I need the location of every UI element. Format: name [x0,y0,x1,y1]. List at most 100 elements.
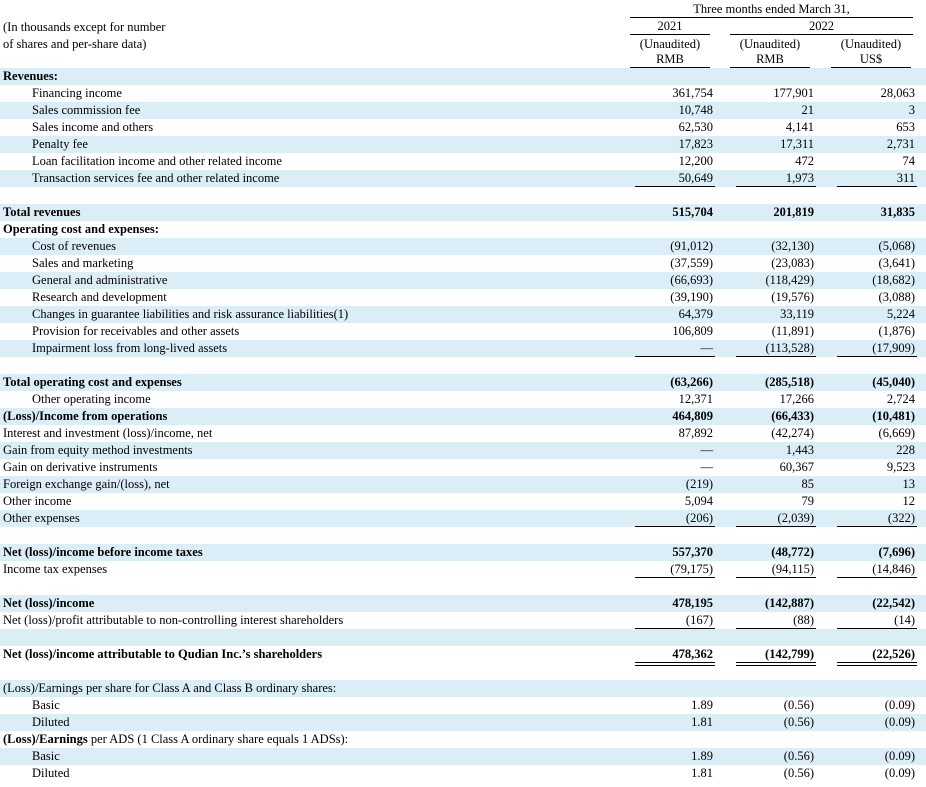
value-cell-col3: 9,523 [886,460,915,474]
value-cell-col2: 177,901 [773,86,814,100]
value-cell-col2: 472 [795,154,814,168]
value-cell-col3: (322) [887,511,915,525]
value-cell-col1: (63,266) [670,375,713,389]
value-cell-col2: (11,891) [771,324,814,338]
statement-row: Total revenues 515,704 201,819 31,835 [0,204,926,221]
row-label: Penalty fee [32,137,88,151]
value-cell-col1: 5,094 [684,494,713,508]
spacer-row [0,527,926,544]
value-cell-col3: (0.09) [884,749,915,763]
value-cell-col2: (142,799) [765,647,814,661]
value-cell-col1: 515,704 [672,205,713,219]
statement-row: Financing income 361,754 177,901 28,063 [0,85,926,102]
spacer-row [0,187,926,204]
row-label: Basic [32,749,60,763]
value-cell-col3: (14) [894,613,915,627]
value-cell-col3: (0.09) [884,715,915,729]
value-cell-col2: (23,083) [771,256,814,270]
statement-row: Diluted 1.81 (0.56) (0.09) [0,765,926,782]
statement-row: Sales and marketing (37,559) (23,083) (3,64… [0,255,926,272]
value-cell-col3: (6,669) [878,426,915,440]
value-cell-col2: (0.56) [783,715,814,729]
statement-row: Foreign exchange gain/(loss), net (219) 85… [0,476,926,493]
value-cell-col1: 50,649 [678,171,713,185]
value-cell-col3: (1,876) [878,324,915,338]
row-label: Sales income and others [32,120,154,134]
value-cell-col2: 17,311 [780,137,814,151]
row-label: Total revenues [3,205,81,219]
value-cell-col3: (10,481) [872,409,915,423]
statement-row: Other expenses (206) (2,039) (322) [0,510,926,527]
col2-currency: RMB [756,52,784,66]
statement-row: General and administrative (66,693) (118,4… [0,272,926,289]
value-cell-col2: (0.56) [783,749,814,763]
col3-currency: US$ [859,52,883,66]
value-cell-col3: 2,731 [886,137,915,151]
value-cell-col1: 17,823 [678,137,713,151]
value-cell-col2: 1,973 [785,171,814,185]
row-label: Changes in guarantee liabilities and ris… [32,307,349,321]
units-note-line2: of shares and per-share data) [3,37,147,51]
row-label: Provision for receivables and other asse… [32,324,240,338]
value-cell-col1: (79,175) [670,562,713,576]
value-cell-col2: (66,433) [771,409,814,423]
value-cell-col2: 201,819 [773,205,814,219]
statement-row: Net (loss)/income attributable to Qudian… [0,646,926,666]
value-cell-col1: (167) [685,613,713,627]
value-cell-col3: 12 [902,494,916,508]
value-cell-col3: (45,040) [872,375,915,389]
value-cell-col3: 2,724 [886,392,915,406]
statement-row: Diluted 1.81 (0.56) (0.09) [0,714,926,731]
value-cell-col2: (285,518) [765,375,814,389]
statement-row: Other income 5,094 79 12 [0,493,926,510]
statement-row: Income tax expenses (79,175) (94,115) (14,8… [0,561,926,578]
row-label: (Loss)/Income from operations [3,409,168,423]
value-cell-col3: (18,682) [872,273,915,287]
value-cell-col3: (22,542) [872,596,915,610]
row-label: Other income [3,494,72,508]
value-cell-col2: 60,367 [779,460,814,474]
value-cell-col3: 28,063 [880,86,915,100]
spacer-row [0,663,926,680]
value-cell-col1: (219) [685,477,713,491]
statement-row: Impairment loss from long-lived assets — (… [0,340,926,357]
value-cell-col3: (17,909) [872,341,915,355]
value-cell-col1: 106,809 [672,324,713,338]
statement-row: Other operating income 12,371 17,266 2,724 [0,391,926,408]
row-label: Basic [32,698,60,712]
value-cell-col1: 12,371 [678,392,713,406]
row-label: Other expenses [3,511,80,525]
row-label: (Loss)/Earnings per ADS (1 Class A ordin… [3,732,349,746]
value-cell-col1: 1.89 [691,749,713,763]
statement-row: Basic 1.89 (0.56) (0.09) [0,697,926,714]
value-cell-col3: (3,088) [878,290,915,304]
row-label: Net (loss)/income attributable to Qudian… [3,647,323,661]
value-cell-col1: 62,530 [678,120,713,134]
col3-status: (Unaudited) [840,37,902,51]
statement-row: Changes in guarantee liabilities and ris… [0,306,926,323]
row-label: Net (loss)/income before income taxes [3,545,203,559]
value-cell-col1: (91,012) [670,239,713,253]
value-cell-col1: (66,693) [670,273,713,287]
value-cell-col2: 85 [801,477,815,491]
row-label: (Loss)/Earnings per share for Class A an… [3,681,337,695]
statement-row: (Loss)/Earnings per share for Class A an… [0,680,926,697]
row-label: Gain from equity method investments [3,443,193,457]
value-cell-col1: 1.89 [691,698,713,712]
statement-row: Revenues: [0,68,926,85]
value-cell-col2: (113,528) [765,341,815,355]
statement-row: Total operating cost and expenses (63,266… [0,374,926,391]
col1-currency: RMB [656,52,684,66]
row-label: Interest and investment (loss)/income, n… [3,426,213,440]
statement-row: Gain on derivative instruments — 60,367 9,5… [0,459,926,476]
row-label: Research and development [32,290,167,304]
statement-row: (Loss)/Income from operations 464,809 (66,… [0,408,926,425]
value-cell-col2: (32,130) [771,239,814,253]
row-label: Impairment loss from long-lived assets [32,341,228,355]
row-label: Net (loss)/income [3,596,95,610]
statement-row: Cost of revenues (91,012) (32,130) (5,068) [0,238,926,255]
row-label: Diluted [32,766,70,780]
statement-row: Net (loss)/income before income taxes 557… [0,544,926,561]
spacer-row [0,357,926,374]
row-label: Gain on derivative instruments [3,460,158,474]
